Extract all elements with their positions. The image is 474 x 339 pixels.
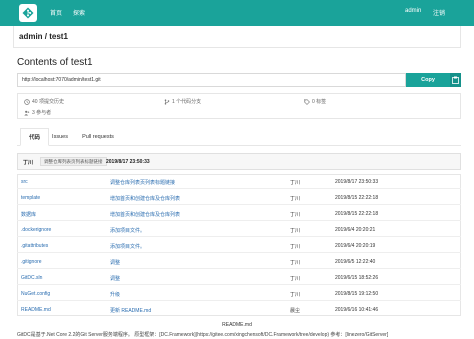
file-name[interactable]: 数据库 <box>21 211 36 218</box>
file-date: 2019/8/15 19:12:50 <box>335 291 379 297</box>
file-author: 丁川 <box>290 244 301 250</box>
file-name[interactable]: src <box>21 179 28 185</box>
file-commit-message[interactable]: 添加项目文件。 <box>110 243 145 250</box>
clone-bar: http://localhost:7070/admin/test1.git Co… <box>17 73 461 87</box>
file-author: 晨尘 <box>290 308 301 314</box>
breadcrumb[interactable]: admin / test1 <box>19 32 68 41</box>
file-row[interactable]: 数据库 增加首页和创建仓库及仓库列表 丁川 2019/8/15 22:22:18 <box>17 206 461 221</box>
file-row[interactable]: src 调整仓库列表页列表标题链接 丁川 2019/8/17 23:50:33 <box>17 174 461 189</box>
file-author: 丁川 <box>290 196 301 202</box>
copy-button[interactable]: Copy <box>406 73 450 87</box>
nav-logout-link[interactable]: 注销 <box>433 8 445 17</box>
file-commit-message[interactable]: 调整仓库列表页列表标题链接 <box>110 179 175 186</box>
nav-user-link[interactable]: admin <box>405 8 421 14</box>
file-name[interactable]: GitDC.sln <box>21 275 42 281</box>
stat-contributors[interactable]: 3 参与者 <box>24 109 51 116</box>
latest-commit: 丁川 调整仓库列表页列表标题链接 2019/8/17 23:50:33 <box>17 153 461 170</box>
repo-tabs: 代码 Issues Pull requests <box>17 128 461 146</box>
clipboard-icon <box>452 76 459 84</box>
tab-pull-requests[interactable]: Pull requests <box>77 128 119 146</box>
nav-explore-link[interactable]: 探索 <box>73 8 85 17</box>
file-commit-message[interactable]: 升级 <box>110 291 120 298</box>
nav-home-link[interactable]: 首页 <box>50 8 62 17</box>
users-icon <box>24 110 30 115</box>
file-author: 丁川 <box>290 180 301 186</box>
file-date: 2019/6/4 20:20:21 <box>335 227 376 233</box>
file-commit-message[interactable]: 调整 <box>110 259 120 266</box>
commit-message[interactable]: 调整仓库列表页列表标题链接 <box>40 157 107 166</box>
commit-date: 2019/8/17 23:50:33 <box>106 159 150 165</box>
readme-text: GitDC是基于.Net Core 2.2的Git Server服务端程序。 原… <box>17 332 389 338</box>
file-date: 2019/8/17 23:50:33 <box>335 179 379 185</box>
file-row[interactable]: .gitattributes 添加项目文件。 丁川 2019/6/4 20:20… <box>17 238 461 253</box>
file-name[interactable]: .dockerignore <box>21 227 51 233</box>
stat-commits-label: 40 项提交历史 <box>32 99 64 105</box>
file-commit-message[interactable]: 增加首页和创建仓库及仓库列表 <box>110 211 180 218</box>
stat-branches[interactable]: 1 个代码分支 <box>164 98 201 105</box>
stat-contributors-label: 3 参与者 <box>32 110 52 116</box>
file-commit-message[interactable]: 调整 <box>110 275 120 282</box>
git-logo-icon[interactable] <box>19 4 37 22</box>
file-row[interactable]: NuGet.config 升级 丁川 2019/8/15 19:12:50 <box>17 286 461 301</box>
clone-url-field[interactable]: http://localhost:7070/admin/test1.git <box>17 73 406 87</box>
top-navbar: 首页 探索 admin 注销 <box>0 0 474 26</box>
branch-icon <box>164 98 170 105</box>
file-author: 丁川 <box>290 276 301 282</box>
tab-code[interactable]: 代码 <box>20 128 49 146</box>
stat-tags[interactable]: 0 标签 <box>304 98 326 105</box>
file-row[interactable]: README.md 更新 README.md 晨尘 2019/6/16 10:4… <box>17 302 461 317</box>
file-name[interactable]: .gitattributes <box>21 243 48 249</box>
file-date: 2019/6/5 12:22:40 <box>335 259 376 265</box>
history-icon <box>24 98 30 105</box>
file-row[interactable]: template 增加首页和创建仓库及仓库列表 丁川 2019/8/15 22:… <box>17 190 461 205</box>
file-author: 丁川 <box>290 228 301 234</box>
file-date: 2019/6/15 18:52:26 <box>335 275 379 281</box>
tag-icon <box>304 98 310 105</box>
file-author: 丁川 <box>290 260 301 266</box>
file-commit-message[interactable]: 增加首页和创建仓库及仓库列表 <box>110 195 180 202</box>
file-date: 2019/6/4 20:20:19 <box>335 243 376 249</box>
commit-author[interactable]: 丁川 <box>23 159 33 166</box>
file-row[interactable]: GitDC.sln 调整 丁川 2019/6/15 18:52:26 <box>17 270 461 285</box>
file-row[interactable]: .dockerignore 添加项目文件。 丁川 2019/6/4 20:20:… <box>17 222 461 237</box>
stat-tags-label: 0 标签 <box>312 99 327 105</box>
file-date: 2019/8/15 22:22:18 <box>335 195 379 201</box>
file-name[interactable]: NuGet.config <box>21 291 50 297</box>
file-name[interactable]: README.md <box>21 307 51 313</box>
file-commit-message[interactable]: 更新 README.md <box>110 307 151 314</box>
file-row[interactable]: .gitignore 调整 丁川 2019/6/5 12:22:40 <box>17 254 461 269</box>
tab-issues[interactable]: Issues <box>49 128 71 146</box>
readme-title: README.md <box>222 322 252 328</box>
stat-commits[interactable]: 40 项提交历史 <box>24 98 64 105</box>
file-date: 2019/8/15 22:22:18 <box>335 211 379 217</box>
repo-stats: 40 项提交历史 1 个代码分支 0 标签 3 参与者 <box>17 93 461 119</box>
stat-branches-label: 1 个代码分支 <box>172 99 202 105</box>
page-title: Contents of test1 <box>17 57 93 68</box>
file-commit-message[interactable]: 添加项目文件。 <box>110 227 145 234</box>
file-name[interactable]: .gitignore <box>21 259 42 265</box>
file-author: 丁川 <box>290 292 301 298</box>
file-date: 2019/6/16 10:41:46 <box>335 307 379 313</box>
repo-header: admin / test1 <box>13 26 461 48</box>
file-author: 丁川 <box>290 212 301 218</box>
clipboard-button[interactable] <box>450 73 461 87</box>
file-name[interactable]: template <box>21 195 40 201</box>
